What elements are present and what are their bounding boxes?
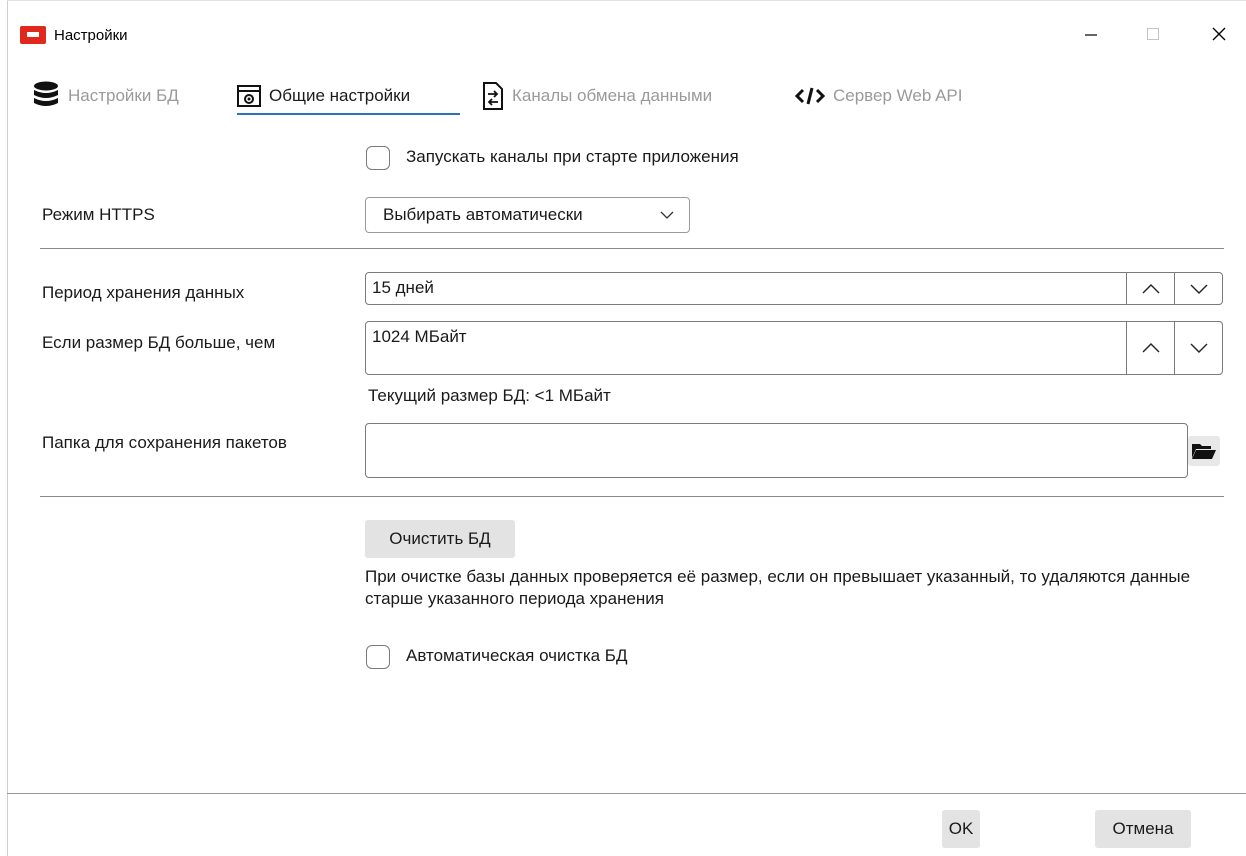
tab-general-settings[interactable]: Общие настройки [237,80,410,112]
chevron-down-icon [660,211,674,219]
db-size-label: Если размер БД больше, чем [42,333,276,352]
db-size-stepper[interactable]: 1024 МБайт [365,321,1223,375]
clear-db-description: При очистке базы данных проверяется её р… [365,567,1191,608]
retention-label: Период хранения данных [42,283,245,302]
settings-window-icon [237,85,261,107]
db-size-decrement-button[interactable] [1174,322,1222,374]
window-border-top [7,0,1246,1]
active-tab-indicator [237,113,460,115]
chevron-down-icon [1190,284,1207,294]
window-title: Настройки [54,27,128,44]
minimize-icon [1085,34,1097,36]
browse-folder-button[interactable] [1188,436,1220,466]
chevron-up-icon [1142,343,1159,353]
tab-data-channels[interactable]: Каналы обмена данными [482,80,712,112]
tab-label: Сервер Web API [833,86,963,105]
tab-label: Настройки БД [68,86,179,105]
exchange-icon [482,81,504,111]
db-size-increment-button[interactable] [1126,322,1174,374]
minimize-button[interactable] [1068,18,1114,50]
app-logo-icon [20,26,46,44]
auto-clear-label: Автоматическая очистка БД [406,646,628,665]
tab-label: Общие настройки [269,86,411,105]
start-channels-label: Запускать каналы при старте приложения [406,147,739,166]
close-icon [1212,27,1226,41]
retention-increment-button[interactable] [1126,273,1174,304]
tab-web-api-server[interactable]: Сервер Web API [795,80,963,112]
packets-folder-input[interactable] [365,423,1188,478]
start-channels-checkbox[interactable] [366,146,390,170]
chevron-up-icon [1142,283,1159,293]
db-size-value: 1024 МБайт [372,327,467,346]
tab-db-settings[interactable]: Настройки БД [32,80,179,112]
retention-value: 15 дней [372,278,434,297]
code-icon [795,86,825,106]
tab-label: Каналы обмена данными [512,86,713,105]
folder-open-icon [1192,444,1216,459]
divider [40,496,1224,497]
https-mode-value: Выбирать автоматически [383,205,583,224]
current-db-size: Текущий размер БД: <1 МБайт [368,386,611,405]
divider [40,248,1224,249]
https-mode-select[interactable]: Выбирать автоматически [365,197,690,233]
database-icon [32,81,60,111]
https-mode-label: Режим HTTPS [42,205,155,224]
retention-decrement-button[interactable] [1174,273,1222,304]
retention-stepper[interactable]: 15 дней [365,272,1223,305]
clear-db-button[interactable]: Очистить БД [365,520,515,558]
auto-clear-checkbox[interactable] [366,645,390,669]
ok-button[interactable]: OK [942,810,980,848]
close-button[interactable] [1196,18,1242,50]
maximize-button[interactable] [1130,18,1176,50]
chevron-down-icon [1190,343,1207,353]
window-border [7,0,8,856]
packets-folder-label: Папка для сохранения пакетов [42,433,287,452]
maximize-icon [1147,28,1159,40]
footer-divider [7,793,1246,794]
cancel-button[interactable]: Отмена [1095,810,1191,848]
